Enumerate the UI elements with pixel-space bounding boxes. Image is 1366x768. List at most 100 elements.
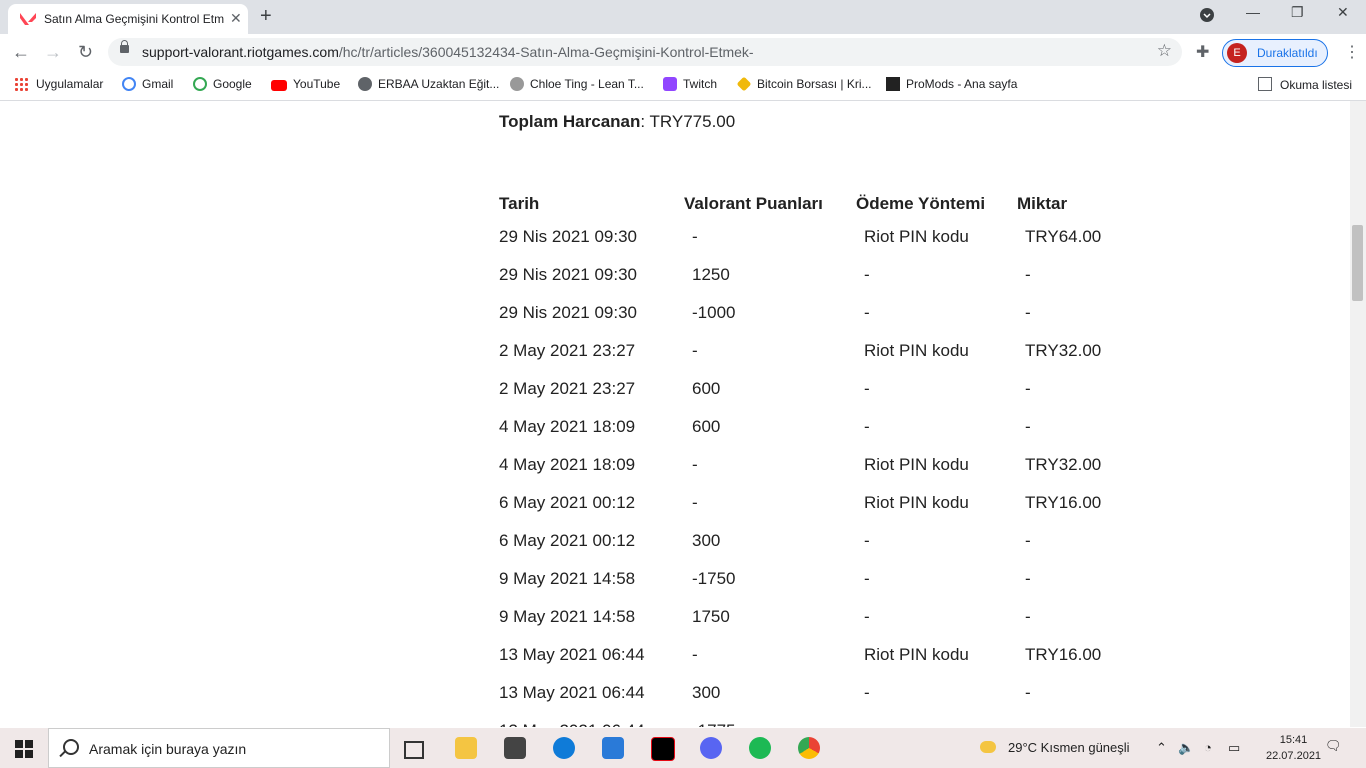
tab-title: Satın Alma Geçmişini Kontrol Etmek [44,12,224,26]
cell-payment-method: Riot PIN kodu [864,341,969,360]
bookmark-erbaa[interactable]: ERBAA Uzaktan Eğit... [358,77,499,91]
tab-active[interactable]: Satın Alma Geçmişini Kontrol Etmek ✕ [8,4,248,34]
bookmark-google[interactable]: Google [193,77,252,91]
scrollbar-thumb[interactable] [1352,225,1363,301]
minimize-icon[interactable]: — [1246,4,1260,20]
more-menu-icon[interactable]: ⋮ [1344,42,1360,62]
cell-amount: TRY16.00 [1025,645,1102,664]
discord-icon[interactable] [700,737,722,759]
cell-date: 9 May 2021 14:58 [499,607,636,626]
cell-date: 29 Nis 2021 09:30 [499,303,637,322]
extensions-puzzle-icon[interactable]: ✚ [1196,42,1209,62]
cell-date: 13 May 2021 06:44 [499,645,645,664]
battery-icon[interactable]: ▭ [1228,740,1240,756]
cell-points: -1750 [692,569,736,588]
spotify-icon[interactable] [749,737,771,759]
back-arrow-icon[interactable]: ← [12,42,30,63]
binance-icon [736,76,752,92]
bookmark-youtube[interactable]: YouTube [271,77,340,91]
cell-amount: - [1025,607,1031,626]
page-content: Toplam Harcanan: TRY775.00 Tarih Valoran… [0,101,1350,727]
bookmark-bitcoin[interactable]: Bitcoin Borsası | Kri... [736,76,872,92]
cell-payment-method: - [864,569,870,588]
cell-points: -1775 [692,721,735,727]
reload-icon[interactable]: ↻ [78,42,93,63]
cell-points: 300 [692,683,721,702]
cell-payment-method: - [864,265,870,284]
cell-amount: TRY32.00 [1025,341,1102,360]
cell-date: 13 May 2021 06:44 [499,721,645,727]
globe-icon [358,77,372,91]
bookmark-twitch[interactable]: Twitch [663,77,717,91]
cell-date: 4 May 2021 18:09 [499,417,636,436]
edge-icon[interactable] [553,737,575,759]
task-view-icon[interactable] [404,741,424,759]
cell-amount: TRY64.00 [1025,227,1102,246]
cell-points: - [692,341,698,360]
notifications-icon[interactable]: 🗨 [1325,738,1342,754]
search-input[interactable]: Aramak için buraya yazın [89,741,246,757]
page-scrollbar[interactable] [1350,101,1366,727]
google-g-icon [193,77,207,91]
cell-date: 13 May 2021 06:44 [499,683,645,702]
cell-amount: - [1025,303,1031,322]
bookmark-chloe-ting[interactable]: Chloe Ting - Lean T... [510,77,644,91]
cell-date: 9 May 2021 14:58 [499,569,636,588]
system-clock[interactable]: 15:41 22.07.2021 [1266,732,1321,764]
cell-amount: - [1025,265,1031,284]
netflix-icon[interactable] [651,737,675,761]
lock-icon [120,40,129,53]
file-explorer-icon[interactable] [455,737,477,759]
cell-payment-method: - [864,303,870,322]
tab-search-icon[interactable] [1200,8,1214,25]
promods-icon [886,77,900,91]
cell-points: - [692,227,698,246]
cell-payment-method: - [864,417,870,436]
cell-points: 1250 [692,265,730,284]
browser-toolbar: ← → ↻ support-valorant.riotgames.com/hc/… [0,34,1366,70]
youtube-icon [271,80,287,91]
cell-amount: TRY16.00 [1025,493,1102,512]
show-hidden-icons-icon[interactable]: ⌃ [1156,740,1167,756]
bookmark-apps[interactable]: Uygulamalar [14,77,103,91]
forward-arrow-icon[interactable]: → [44,42,62,63]
header-points: Valorant Puanları [684,194,823,213]
wifi-icon[interactable]: ◔ [1204,740,1212,755]
taskbar-search[interactable]: Aramak için buraya yazın [48,728,390,768]
close-window-icon[interactable]: ✕ [1337,4,1349,21]
cell-date: 6 May 2021 00:12 [499,531,636,550]
cell-date: 2 May 2021 23:27 [499,341,636,360]
apps-grid-icon [14,77,28,91]
cell-amount: - [1025,531,1031,550]
bookmark-gmail[interactable]: Gmail [122,77,173,91]
cell-payment-method: - [864,607,870,626]
windows-start-icon[interactable] [15,740,33,758]
new-tab-button[interactable]: + [260,5,272,28]
cell-date: 29 Nis 2021 09:30 [499,265,637,284]
volume-icon[interactable]: 🔈 [1178,740,1194,756]
tab-strip: Satın Alma Geçmişini Kontrol Etmek ✕ + —… [0,0,1366,34]
chrome-icon[interactable] [798,737,820,759]
bookmark-star-icon[interactable]: ☆ [1157,41,1172,61]
windows-taskbar: Aramak için buraya yazın 29°C Kısmen gün… [0,728,1366,768]
total-spent: Toplam Harcanan: TRY775.00 [499,112,736,131]
tab-close-icon[interactable]: ✕ [230,10,242,27]
reading-list-icon [1258,77,1272,91]
bookmark-promods[interactable]: ProMods - Ana sayfa [886,77,1017,91]
reading-list-button[interactable]: Okuma listesi [1258,77,1352,92]
profile-button[interactable]: E Duraklatıldı [1222,39,1328,67]
header-date: Tarih [499,194,540,213]
address-bar[interactable]: support-valorant.riotgames.com/hc/tr/art… [108,38,1182,66]
cell-amount: - [1025,417,1031,436]
weather-widget[interactable]: 29°C Kısmen güneşli [980,740,1130,755]
store-icon[interactable] [504,737,526,759]
url-text[interactable]: support-valorant.riotgames.com/hc/tr/art… [142,44,754,60]
mail-icon[interactable] [602,737,624,759]
cell-amount: - [1025,683,1031,702]
cell-payment-method: - [864,379,870,398]
cell-payment-method: Riot PIN kodu [864,645,969,664]
twitch-icon [663,77,677,91]
cell-date: 4 May 2021 18:09 [499,455,636,474]
restore-icon[interactable]: ❐ [1291,4,1304,21]
cell-payment-method: Riot PIN kodu [864,227,969,246]
